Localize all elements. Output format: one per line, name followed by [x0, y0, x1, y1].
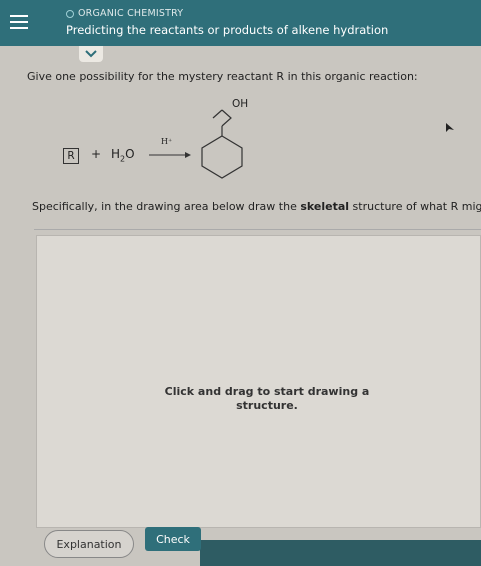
structure-drawing-canvas[interactable]: [36, 235, 481, 528]
collapse-button[interactable]: [79, 46, 103, 62]
check-button[interactable]: Check: [145, 527, 201, 551]
catalyst-label: H⁺: [161, 137, 173, 146]
header-bar: ORGANIC CHEMISTRY Predicting the reactan…: [0, 0, 481, 46]
cyclohexanol-structure: [201, 109, 243, 179]
reaction-arrow: [149, 152, 191, 158]
mouse-cursor-icon: [446, 123, 454, 132]
drawing-toolbar-divider: [34, 229, 481, 230]
hydroxyl-label: OH: [232, 98, 249, 110]
question-prompt: Give one possibility for the mystery rea…: [27, 70, 418, 83]
topic-label: ORGANIC CHEMISTRY: [66, 8, 183, 19]
topic-status-icon: [66, 9, 74, 18]
menu-icon[interactable]: [8, 10, 30, 34]
drawing-instruction: Specifically, in the drawing area below …: [32, 200, 481, 213]
topic-text: ORGANIC CHEMISTRY: [78, 8, 184, 19]
chevron-down-icon: [85, 50, 97, 58]
explanation-button[interactable]: Explanation: [44, 530, 134, 558]
plus-sign: +: [91, 147, 102, 161]
drawing-hint: Click and drag to start drawing a struct…: [164, 385, 370, 412]
mystery-reactant-box: R: [63, 148, 79, 164]
page-title: Predicting the reactants or products of …: [66, 23, 389, 37]
bottom-action-bar: [200, 540, 481, 566]
water-formula: H2O: [111, 147, 135, 164]
